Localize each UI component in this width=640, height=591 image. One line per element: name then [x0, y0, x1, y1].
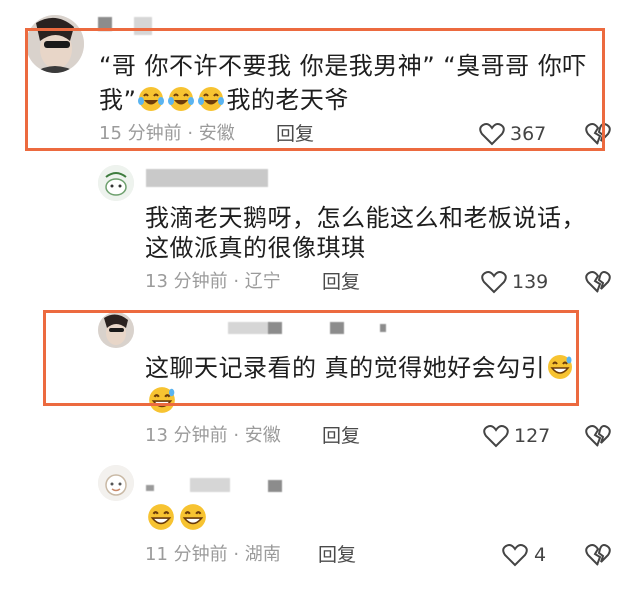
- reply-button[interactable]: 回复: [318, 543, 356, 567]
- like-count: 127: [514, 425, 551, 447]
- avatar[interactable]: [98, 465, 134, 501]
- highlight-box: [43, 310, 579, 406]
- like-icon[interactable]: [502, 543, 528, 567]
- dislike-icon[interactable]: [585, 424, 611, 448]
- comment-text: 这做派真的很像琪琪: [145, 234, 366, 262]
- username-censored[interactable]: [190, 478, 230, 492]
- like-count: 139: [512, 271, 549, 293]
- comment-time-location: 11 分钟前 · 湖南: [145, 544, 281, 565]
- highlight-box: [25, 28, 605, 151]
- username-censored[interactable]: [146, 485, 154, 491]
- like-icon[interactable]: [481, 270, 507, 294]
- comment-time-location: 13 分钟前 · 安徽: [145, 425, 281, 446]
- comment-time-location: 13 分钟前 · 辽宁: [145, 271, 281, 292]
- avatar-cartoon: [98, 165, 134, 201]
- grinning-emoji: [148, 504, 174, 530]
- like-count: 4: [534, 544, 547, 566]
- reply-button[interactable]: 回复: [322, 424, 360, 448]
- grinning-emoji: [180, 504, 206, 530]
- reply-button[interactable]: 回复: [322, 270, 360, 294]
- dislike-icon[interactable]: [585, 270, 611, 294]
- dislike-icon[interactable]: [585, 543, 611, 567]
- emoji-row: [145, 502, 209, 532]
- avatar[interactable]: [98, 165, 134, 201]
- username-censored[interactable]: [268, 480, 282, 492]
- avatar-cartoon: [98, 465, 134, 501]
- like-icon[interactable]: [483, 424, 509, 448]
- username-censored[interactable]: [146, 169, 268, 187]
